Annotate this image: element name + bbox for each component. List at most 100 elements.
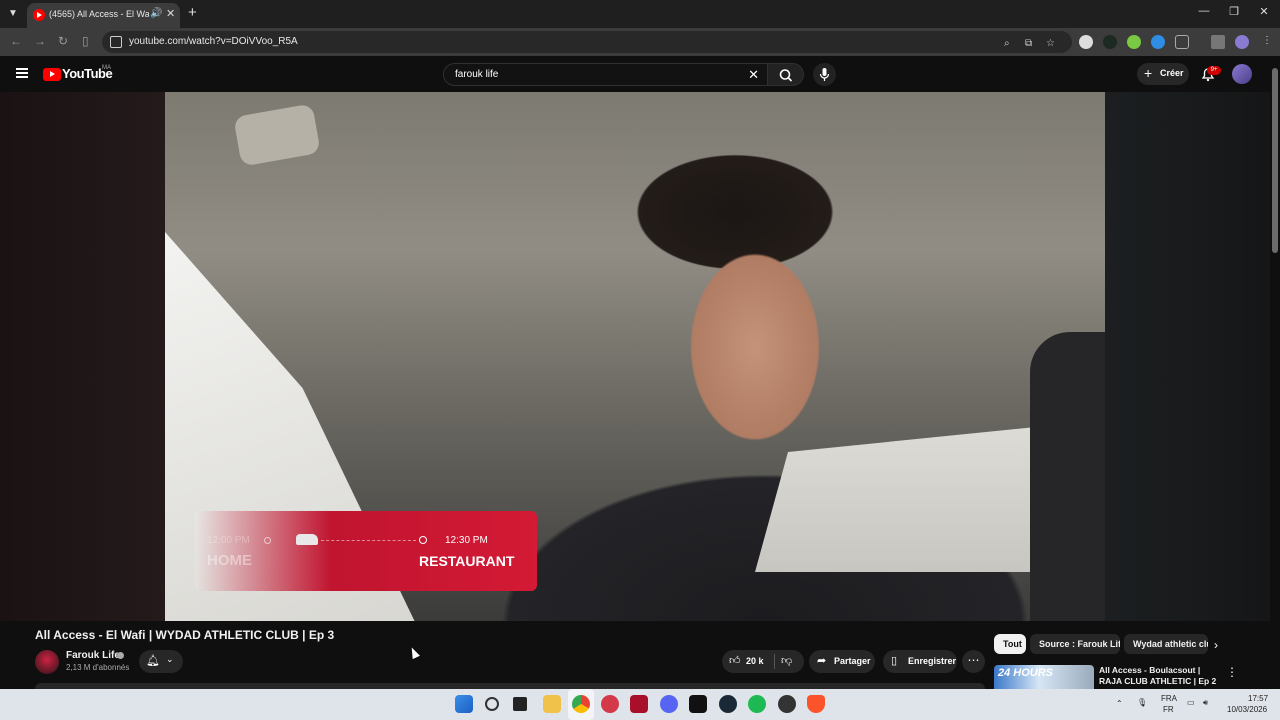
language-top[interactable]: FRA: [1161, 694, 1177, 703]
route-overlay: 12:00 PM HOME 12:30 PM RESTAURANT: [195, 511, 537, 591]
chip-source[interactable]: Source : Farouk Life: [1030, 634, 1120, 654]
thumbs-down-icon[interactable]: 👎︎: [781, 654, 792, 667]
subscription-bell-button[interactable]: 🔔︎ ⌄: [139, 650, 183, 673]
spotify-icon[interactable]: [748, 695, 766, 713]
chip-all[interactable]: Tout: [994, 634, 1026, 654]
url-text[interactable]: youtube.com/watch?v=DOiVVoo_R5A: [129, 36, 298, 47]
back-button[interactable]: ←: [10, 34, 22, 48]
restore-button[interactable]: ❐: [1224, 5, 1244, 18]
search-input[interactable]: farouk life ✕: [443, 63, 768, 86]
app-icon[interactable]: [778, 695, 796, 713]
microphone-icon[interactable]: 🎙︎: [1137, 698, 1147, 707]
browser-menu-icon[interactable]: ⋮: [1262, 35, 1272, 46]
chrome-icon[interactable]: [572, 695, 590, 713]
channel-avatar[interactable]: [35, 650, 59, 674]
bookmark-star-icon[interactable]: ☆: [1046, 38, 1055, 49]
search-icon: [779, 69, 793, 82]
site-info-icon[interactable]: [110, 36, 122, 48]
tab-list-icon[interactable]: [1211, 35, 1225, 49]
overlay-time-end: 12:30 PM: [445, 535, 488, 546]
car-seat: [1030, 332, 1105, 621]
route-end-dot: [419, 536, 427, 544]
recommendation-thumbnail[interactable]: 24 HOURS: [994, 665, 1094, 689]
file-explorer-icon[interactable]: [543, 695, 561, 713]
ambient-glow-left: [0, 92, 165, 621]
browser-tab-active[interactable]: (4565) All Access - El Wafi | WYDAD ATHL…: [27, 3, 180, 28]
minimize-button[interactable]: —: [1194, 5, 1214, 17]
overlay-origin: HOME: [207, 552, 252, 569]
search-button[interactable]: [768, 63, 804, 86]
clock-time[interactable]: 17:57: [1248, 694, 1268, 703]
thumbs-up-icon[interactable]: 👍︎: [729, 654, 741, 667]
windows-start-icon[interactable]: [455, 695, 473, 713]
route-line: [321, 540, 416, 541]
chevron-right-icon[interactable]: ›: [1214, 638, 1218, 652]
tab-search-dropdown-icon[interactable]: ▼: [4, 5, 22, 23]
recommendation-menu-icon[interactable]: ⋮: [1226, 665, 1238, 679]
verified-icon: [117, 652, 124, 659]
search-value[interactable]: farouk life: [455, 69, 498, 80]
like-count[interactable]: 20 k: [746, 656, 764, 666]
zoom-icon[interactable]: ⌕: [1004, 38, 1010, 49]
bookmark-icon: ▯: [891, 655, 898, 667]
scrollbar-thumb[interactable]: [1272, 68, 1278, 253]
taskbar-search-icon[interactable]: [485, 697, 499, 711]
tray-overflow-icon[interactable]: ⌃: [1116, 699, 1123, 708]
extension-icon[interactable]: [1079, 35, 1093, 49]
brave-icon[interactable]: [807, 695, 825, 713]
install-app-icon[interactable]: ⧉: [1025, 38, 1032, 49]
ambient-glow-right: [1105, 92, 1270, 621]
video-title: All Access - El Wafi | WYDAD ATHLETIC CL…: [35, 628, 335, 642]
create-button[interactable]: + Créer: [1137, 63, 1189, 85]
plus-icon: +: [1144, 65, 1153, 81]
chevron-down-icon: ⌄: [166, 654, 174, 664]
language-bottom[interactable]: FR: [1163, 705, 1174, 714]
page-scrollbar[interactable]: [1270, 56, 1280, 689]
forward-button[interactable]: →: [34, 34, 46, 48]
overlay-time-start: 12:00 PM: [207, 535, 250, 546]
create-label: Créer: [1160, 68, 1184, 78]
window-close-button[interactable]: ✕: [1254, 5, 1274, 18]
profile-icon[interactable]: [1235, 35, 1249, 49]
steam-icon[interactable]: [719, 695, 737, 713]
app-icon[interactable]: [689, 695, 707, 713]
channel-name[interactable]: Farouk Life: [66, 650, 120, 661]
youtube-header: YouTube MA farouk life ✕ + Créer: [0, 56, 1270, 92]
speaker-icon[interactable]: 🔊: [150, 8, 162, 19]
chip-wydad[interactable]: Wydad athletic club: [1124, 634, 1208, 654]
recommendation-title[interactable]: All Access - Boulacsout | RAJA CLUB ATHL…: [1099, 665, 1219, 687]
menu-icon[interactable]: [16, 68, 28, 78]
youtube-logo-icon[interactable]: [43, 68, 61, 81]
app-icon[interactable]: [601, 695, 619, 713]
clock-date[interactable]: 10/03/2026: [1227, 705, 1267, 714]
extension-icon[interactable]: [1151, 35, 1165, 49]
extension-icon[interactable]: [1103, 35, 1117, 49]
new-tab-button[interactable]: +: [188, 4, 197, 21]
car-dome-light: [233, 103, 321, 167]
tab-close-icon[interactable]: ✕: [166, 7, 175, 20]
address-bar[interactable]: youtube.com/watch?v=DOiVVoo_R5A ⌕ ⧉ ☆: [102, 31, 1072, 53]
share-label: Partager: [834, 656, 871, 666]
share-icon: ➦: [817, 655, 827, 667]
tab-title: (4565) All Access - El Wafi | WYDAD ATHL…: [49, 9, 149, 19]
extension-icon[interactable]: [1127, 35, 1141, 49]
divider: [774, 654, 775, 669]
save-label: Enregistrer: [908, 656, 957, 666]
clear-search-icon[interactable]: ✕: [748, 67, 759, 83]
task-view-icon[interactable]: [513, 697, 527, 711]
app-icon[interactable]: [630, 695, 648, 713]
extensions-puzzle-icon[interactable]: [1175, 35, 1189, 49]
network-icon[interactable]: ▭: [1187, 698, 1195, 707]
volume-icon[interactable]: 🔊︎: [1203, 698, 1208, 708]
video-player-area[interactable]: [0, 92, 1270, 621]
route-start-dot: [264, 537, 271, 544]
reload-button[interactable]: ↻: [58, 34, 68, 48]
share-button[interactable]: ➦ Partager: [809, 650, 875, 673]
car-icon: [296, 534, 318, 545]
discord-icon[interactable]: [660, 695, 678, 713]
more-actions-button[interactable]: ⋯: [962, 650, 985, 673]
save-button[interactable]: ▯ Enregistrer: [883, 650, 957, 673]
side-panel-icon[interactable]: ▯: [82, 34, 89, 48]
user-avatar[interactable]: [1232, 64, 1252, 84]
voice-search-button[interactable]: [813, 63, 836, 86]
